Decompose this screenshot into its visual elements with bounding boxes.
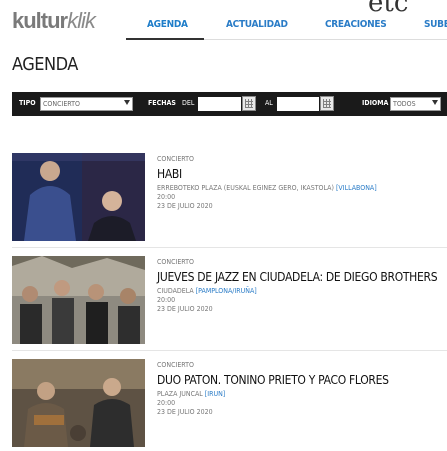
idioma-label: IDIOMA — [362, 99, 389, 107]
nav-tab-actualidad[interactable]: ACTUALIDAD — [226, 19, 288, 30]
calendar-icon[interactable] — [242, 96, 256, 111]
nav-tab-creaciones[interactable]: CREACIONES — [325, 19, 387, 30]
event-town-link[interactable]: [VILLABONA] — [336, 184, 377, 192]
kulturklik-logo[interactable]: kulturklik — [12, 8, 96, 34]
event-title[interactable]: HABI — [157, 167, 447, 181]
event-time: 20:00 — [157, 296, 176, 304]
page-title: AGENDA — [12, 54, 78, 75]
nav-tab-sube[interactable]: SUBE — [424, 19, 447, 30]
event-date: 23 DE JULIO 2020 — [157, 408, 213, 416]
nav-divider — [204, 39, 447, 40]
chevron-down-icon — [432, 100, 438, 105]
nav-active-underline — [126, 38, 204, 40]
event-time: 20:00 — [157, 399, 176, 407]
event-place: PLAZA JUNCAL — [157, 390, 203, 398]
logo-italic-text: klik — [67, 8, 96, 33]
event-separator — [12, 247, 447, 248]
event-item[interactable]: CONCIERTO JUEVES DE JAZZ EN CIUDADELA: D… — [12, 256, 447, 348]
event-separator — [12, 350, 447, 351]
event-title[interactable]: JUEVES DE JAZZ EN CIUDADELA: DE DIEGO BR… — [157, 270, 447, 284]
event-info: CONCIERTO JUEVES DE JAZZ EN CIUDADELA: D… — [157, 256, 447, 313]
al-label: AL — [265, 99, 273, 107]
event-photo[interactable] — [12, 359, 145, 447]
tipo-select[interactable]: CONCIERTO — [40, 97, 133, 111]
event-item[interactable]: CONCIERTO DUO PATON. TONINO PRIETO Y PAC… — [12, 359, 447, 451]
event-info: CONCIERTO HABI ERREBOTEKO PLAZA (EUSKAL … — [157, 153, 447, 210]
event-category: CONCIERTO — [157, 258, 194, 266]
event-venue: CIUDADELA [PAMPLONA/IRUÑA] — [157, 287, 447, 295]
fechas-label: FECHAS — [148, 99, 176, 107]
event-date: 23 DE JULIO 2020 — [157, 305, 213, 313]
calendar-icon[interactable] — [320, 96, 334, 111]
event-date: 23 DE JULIO 2020 — [157, 202, 213, 210]
event-category: CONCIERTO — [157, 155, 194, 163]
event-town-link[interactable]: [PAMPLONA/IRUÑA] — [196, 287, 257, 295]
event-photo[interactable] — [12, 256, 145, 344]
event-place: ERREBOTEKO PLAZA (EUSKAL EGINEZ GERO, IK… — [157, 184, 334, 192]
event-title[interactable]: DUO PATON. TONINO PRIETO Y PACO FLORES — [157, 373, 447, 387]
idioma-select-value: TODOS — [393, 100, 416, 108]
del-label: DEL — [182, 99, 195, 107]
date-from-input[interactable] — [198, 97, 241, 111]
event-photo[interactable] — [12, 153, 145, 241]
logo-main-text: kultur — [12, 8, 68, 33]
event-venue: PLAZA JUNCAL [IRUN] — [157, 390, 447, 398]
event-info: CONCIERTO DUO PATON. TONINO PRIETO Y PAC… — [157, 359, 447, 416]
chevron-down-icon — [124, 100, 130, 105]
idioma-select[interactable]: TODOS — [390, 97, 441, 111]
filter-bar: TIPO CONCIERTO FECHAS DEL AL IDIOMA TODO… — [12, 92, 447, 116]
nav-tab-agenda[interactable]: AGENDA — [147, 19, 188, 30]
event-item[interactable]: CONCIERTO HABI ERREBOTEKO PLAZA (EUSKAL … — [12, 153, 447, 245]
date-to-input[interactable] — [277, 97, 319, 111]
overlay-etc-text: etc — [368, 0, 409, 18]
event-place: CIUDADELA — [157, 287, 194, 295]
tipo-label: TIPO — [19, 99, 36, 107]
event-venue: ERREBOTEKO PLAZA (EUSKAL EGINEZ GERO, IK… — [157, 184, 447, 192]
event-town-link[interactable]: [IRUN] — [205, 390, 225, 398]
event-time: 20:00 — [157, 193, 176, 201]
tipo-select-value: CONCIERTO — [43, 100, 80, 108]
event-category: CONCIERTO — [157, 361, 194, 369]
